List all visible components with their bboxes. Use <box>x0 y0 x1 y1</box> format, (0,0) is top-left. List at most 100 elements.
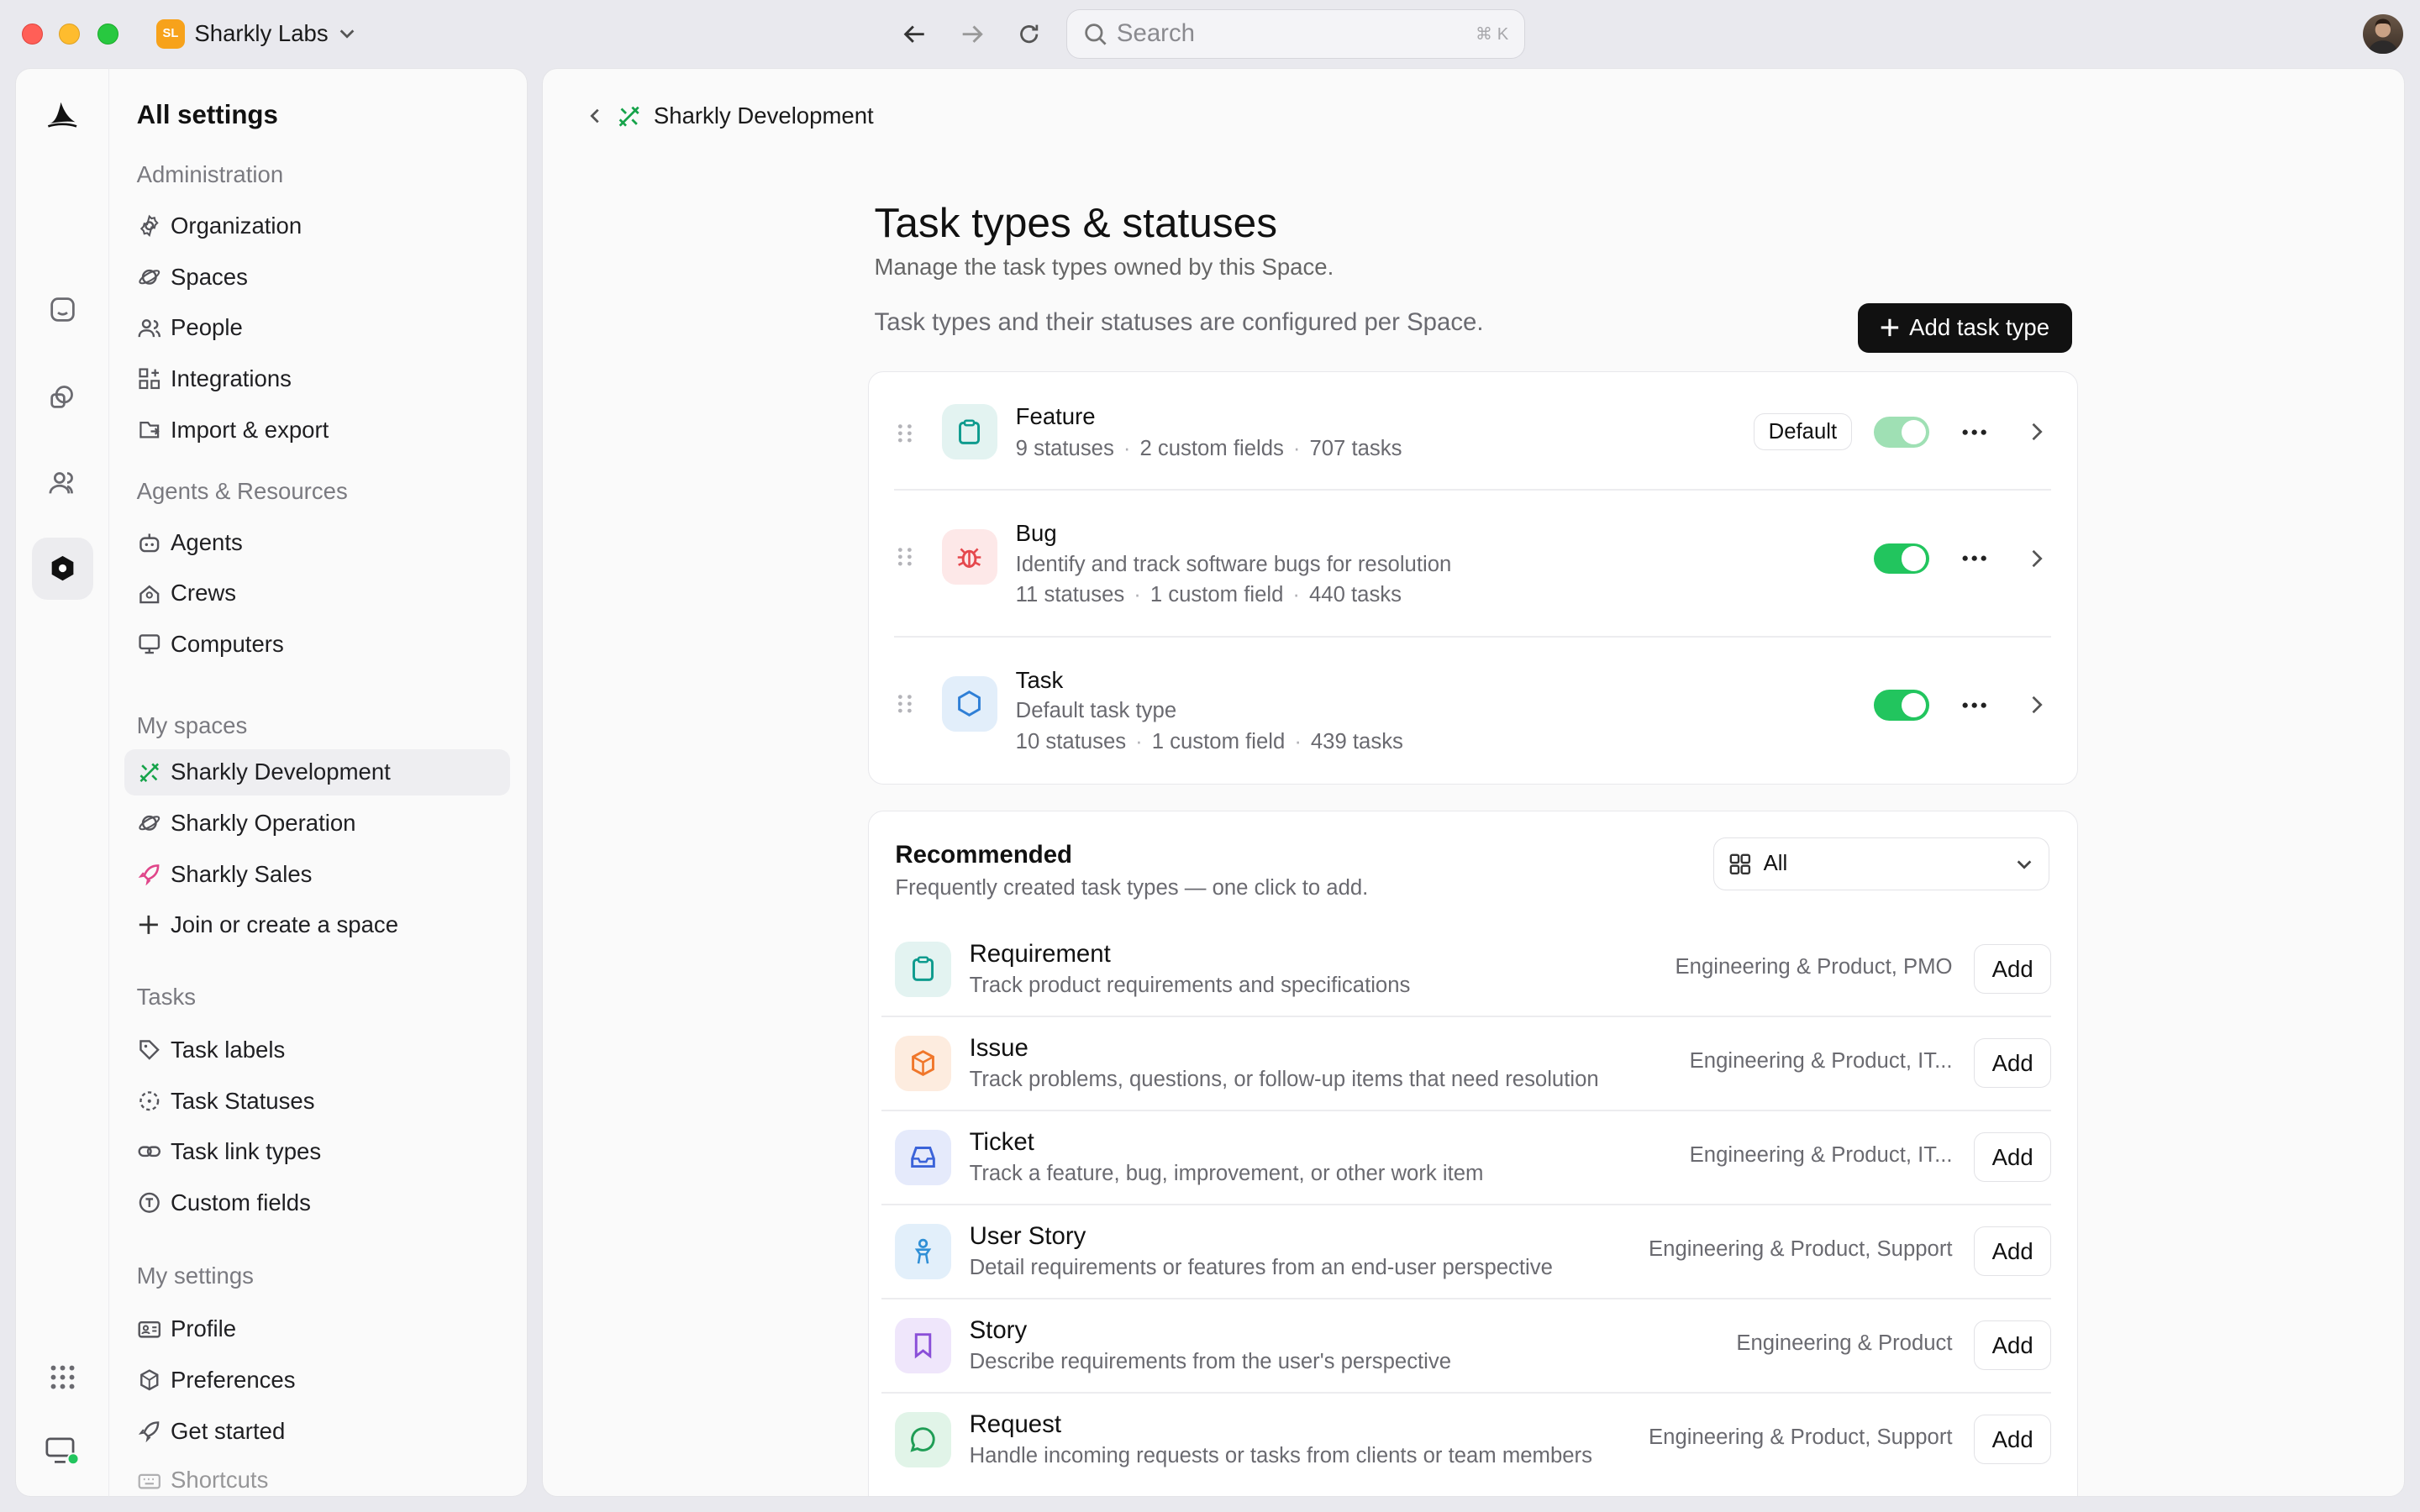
status-count: 11 statuses <box>1015 583 1125 607</box>
hexagon-icon <box>941 675 997 732</box>
cube-icon <box>895 1035 951 1091</box>
settings-sidebar: All settings Administration Organization… <box>108 67 529 1497</box>
sidebar-item-integrations[interactable]: Integrations <box>124 355 510 402</box>
search-input[interactable]: Search ⌘ K <box>1066 9 1525 59</box>
recommended-name: Requirement <box>969 939 1111 968</box>
dashed-circle-icon <box>137 1089 161 1113</box>
task-type-meta: 9 statuses · 2 custom fields · 707 tasks <box>1015 436 1402 460</box>
recommended-description: Track product requirements and specifica… <box>969 974 1411 998</box>
add-button[interactable]: Add <box>1974 1415 2052 1465</box>
task-count: 439 tasks <box>1310 729 1403 753</box>
add-button[interactable]: Add <box>1974 944 2052 994</box>
zoom-window-button[interactable] <box>97 23 119 45</box>
sidebar-item-organization[interactable]: Organization <box>124 203 510 249</box>
enable-toggle[interactable] <box>1873 690 1929 721</box>
recommended-row-story: Story Describe requirements from the use… <box>881 1299 2052 1394</box>
org-logo: SL <box>155 18 186 49</box>
add-button[interactable]: Add <box>1974 1038 2052 1088</box>
join-create-space-link[interactable]: Join or create a space <box>124 902 510 948</box>
recommended-title: Recommended <box>895 841 1072 869</box>
back-icon[interactable] <box>900 18 931 50</box>
sidebar-item-computers[interactable]: Computers <box>124 621 510 667</box>
recommended-row-request: Request Handle incoming requests or task… <box>881 1394 2052 1488</box>
inbox-icon[interactable] <box>45 292 79 326</box>
sidebar-item-people[interactable]: People <box>124 305 510 351</box>
sidebar-item-label: Sharkly Development <box>171 759 391 785</box>
sidebar-item-sharkly-operation[interactable]: Sharkly Operation <box>124 800 510 846</box>
sidebar-item-label: Join or create a space <box>171 911 399 938</box>
sidebar-item-sharkly-sales[interactable]: Sharkly Sales <box>124 851 510 897</box>
sidebar-item-label: People <box>171 314 243 341</box>
bookmark-icon <box>895 1317 951 1373</box>
sidebar-item-task-labels[interactable]: Task labels <box>124 1026 510 1073</box>
avatar[interactable] <box>2362 13 2403 55</box>
sidebar-item-task-statuses[interactable]: Task Statuses <box>124 1078 510 1124</box>
recommended-description: Describe requirements from the user's pe… <box>969 1350 1452 1374</box>
recommended-name: Request <box>969 1410 1061 1438</box>
sidebar-item-import-export[interactable]: Import & export <box>124 407 510 453</box>
drag-handle-icon[interactable] <box>894 423 916 444</box>
task-type-row-feature[interactable]: Feature 9 statuses · 2 custom fields · 707 t… <box>894 400 2052 492</box>
drag-handle-icon[interactable] <box>894 693 916 715</box>
add-button[interactable]: Add <box>1974 1226 2052 1277</box>
add-button[interactable]: Add <box>1974 1132 2052 1183</box>
more-options-icon[interactable] <box>1959 543 1990 575</box>
forward-icon[interactable] <box>957 18 988 50</box>
sidebar-item-spaces[interactable]: Spaces <box>124 254 510 300</box>
drag-handle-icon[interactable] <box>894 546 916 568</box>
sidebar-item-label: Profile <box>171 1315 237 1342</box>
filter-value: All <box>1763 852 1788 876</box>
sidebar-item-label: Task labels <box>171 1036 286 1063</box>
sidebar-item-label: Organization <box>171 213 302 239</box>
add-button[interactable]: Add <box>1974 1320 2052 1371</box>
shark-logo-icon[interactable] <box>45 97 79 130</box>
more-options-icon[interactable] <box>1959 417 1990 448</box>
more-options-icon[interactable] <box>1959 690 1990 721</box>
recommended-name: Story <box>969 1315 1028 1344</box>
sidebar-item-get-started[interactable]: Get started <box>124 1408 510 1454</box>
task-type-name: Bug <box>1015 520 1057 547</box>
spaces-icon[interactable] <box>45 379 79 412</box>
custom-field-count: 2 custom fields <box>1139 436 1284 460</box>
chevron-left-icon[interactable] <box>586 107 604 125</box>
breadcrumb-space[interactable]: Sharkly Development <box>654 102 874 129</box>
computer-status-icon[interactable] <box>45 1434 80 1467</box>
page-note: Task types and their statuses are config… <box>874 307 1484 336</box>
sidebar-item-custom-fields[interactable]: Custom fields <box>124 1179 510 1226</box>
task-count: 440 tasks <box>1308 583 1402 607</box>
chevron-right-icon[interactable] <box>2020 690 2051 721</box>
task-type-name: Task <box>1015 666 1064 693</box>
apps-grid-icon[interactable] <box>45 1360 79 1394</box>
sidebar-item-preferences[interactable]: Preferences <box>124 1357 510 1403</box>
enable-toggle[interactable] <box>1873 543 1929 575</box>
chevron-right-icon[interactable] <box>2020 417 2051 448</box>
person-icon <box>895 1223 951 1279</box>
task-type-row-bug[interactable]: Bug Identify and track software bugs for… <box>894 517 2052 609</box>
sidebar-item-crews[interactable]: Crews <box>124 570 510 617</box>
close-window-button[interactable] <box>21 23 44 45</box>
org-switcher[interactable]: SL Sharkly Labs <box>155 18 356 50</box>
sidebar-item-agents[interactable]: Agents <box>124 519 510 565</box>
recommended-tags: Engineering & Product, Support <box>1649 1237 1953 1262</box>
preferences-icon <box>137 1368 161 1392</box>
sidebar-item-task-link-types[interactable]: Task link types <box>124 1129 510 1175</box>
people-icon[interactable] <box>45 465 79 499</box>
rocket-icon <box>137 862 161 886</box>
add-task-type-button[interactable]: Add task type <box>1857 302 2072 353</box>
sidebar-item-profile[interactable]: Profile <box>124 1306 510 1352</box>
task-type-meta: 11 statuses · 1 custom field · 440 tasks <box>1015 583 1402 607</box>
sidebar-item-sharkly-development[interactable]: Sharkly Development <box>124 748 511 795</box>
sidebar-item-shortcuts[interactable]: Shortcuts <box>124 1457 510 1496</box>
minimize-window-button[interactable] <box>58 23 81 45</box>
reload-icon[interactable] <box>1014 18 1045 50</box>
category-filter-select[interactable]: All <box>1712 837 2050 890</box>
enable-toggle[interactable] <box>1873 417 1929 448</box>
task-type-row-task[interactable]: Task Default task type 10 statuses · 1 cus… <box>894 664 2052 756</box>
clipboard-icon <box>895 941 951 997</box>
sidebar-title: All settings <box>136 99 278 129</box>
task-type-name: Feature <box>1015 402 1096 429</box>
task-types-card: Feature 9 statuses · 2 custom fields · 707 t… <box>868 370 2079 785</box>
chevron-right-icon[interactable] <box>2020 543 2051 575</box>
settings-icon[interactable] <box>45 552 79 585</box>
chevron-down-icon <box>338 24 356 43</box>
